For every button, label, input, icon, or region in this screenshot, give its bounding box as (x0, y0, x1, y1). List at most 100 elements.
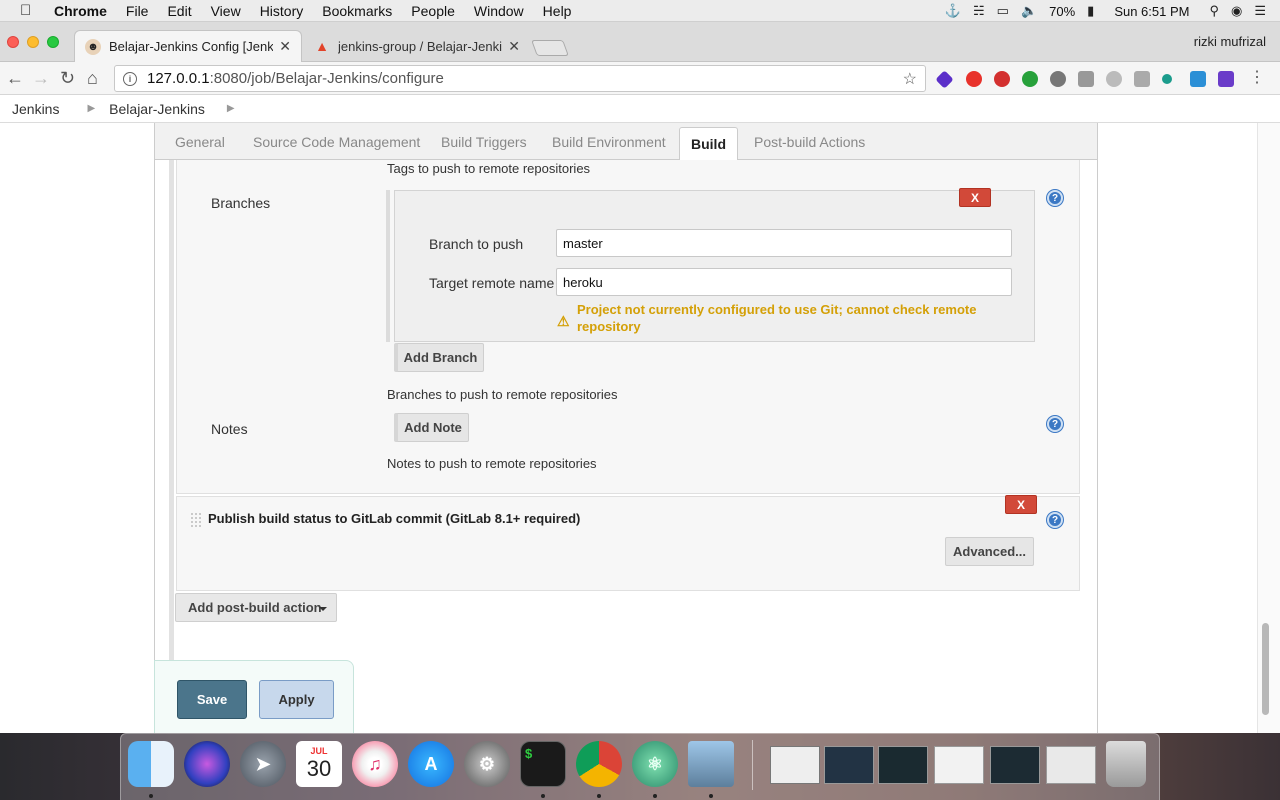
menu-bookmarks[interactable]: Bookmarks (322, 3, 392, 19)
menu-file[interactable]: File (126, 3, 149, 19)
tab-general[interactable]: General (175, 134, 225, 150)
itunes-icon[interactable]: ♫ (352, 741, 398, 787)
battery-percent[interactable]: 70% (1049, 4, 1075, 19)
delete-gitlab-publisher-button[interactable]: X (1005, 495, 1037, 514)
reload-icon[interactable]: ↻ (60, 68, 75, 89)
chrome-dock-icon[interactable] (576, 741, 622, 787)
window-close-button[interactable] (7, 36, 19, 48)
gitlab-publisher-help-icon[interactable]: ? (1047, 512, 1063, 528)
tab-jenkins-config[interactable]: ☻ Belajar-Jenkins Config [Jenkins] ✕ (74, 30, 302, 62)
notification-center-icon[interactable]: ☰ (1254, 3, 1266, 19)
calendar-icon[interactable]: JUL 30 (296, 741, 342, 787)
macos-menu-bar:  Chrome File Edit View History Bookmark… (0, 0, 1280, 22)
dropdown-caret-icon (319, 607, 327, 611)
react-devtools-icon[interactable] (1106, 71, 1122, 87)
breadcrumb-chevron-icon[interactable]: ▶ (227, 103, 235, 114)
home-icon[interactable]: ⌂ (87, 68, 98, 89)
docker-icon[interactable]: ⚓ (945, 3, 961, 19)
vue-devtools-icon[interactable] (1134, 71, 1150, 87)
tab-build-triggers[interactable]: Build Triggers (441, 134, 527, 150)
tab-build-environment[interactable]: Build Environment (552, 134, 666, 150)
breadcrumb-job[interactable]: Belajar-Jenkins (109, 101, 205, 117)
extension-gem-icon[interactable] (935, 70, 954, 89)
launchpad-icon[interactable]: ➤ (240, 741, 286, 787)
menu-history[interactable]: History (260, 3, 304, 19)
menu-view[interactable]: View (211, 3, 241, 19)
menu-window[interactable]: Window (474, 3, 524, 19)
tab-close-icon[interactable]: ✕ (508, 38, 520, 55)
finder-icon[interactable] (128, 741, 174, 787)
siri-dock-icon[interactable] (184, 741, 230, 787)
advanced-button[interactable]: Advanced... (945, 537, 1034, 566)
minimized-window-thumbnail[interactable] (990, 746, 1040, 784)
branch-to-push-input[interactable] (556, 229, 1012, 257)
back-arrow-icon[interactable]: ← (6, 68, 24, 89)
chrome-menu-icon[interactable]: ⋮ (1249, 67, 1265, 87)
delete-branch-button[interactable]: X (959, 188, 991, 207)
tab-source-code-management[interactable]: Source Code Management (253, 134, 420, 150)
tab-gitlab[interactable]: ▲ jenkins-group / Belajar-Jenkins ✕ (304, 30, 530, 62)
minimized-window-thumbnail[interactable] (1046, 746, 1096, 784)
breadcrumb-jenkins[interactable]: Jenkins (12, 101, 59, 117)
address-bar[interactable]: i 127.0.0.1 :8080/job/Belajar-Jenkins/co… (114, 65, 926, 92)
trash-icon[interactable] (1106, 741, 1146, 787)
teal-dot-extension-icon[interactable] (1162, 74, 1172, 84)
apple-menu-icon[interactable]:  (20, 2, 38, 19)
wifi-icon[interactable]: ☵ (973, 3, 985, 19)
minimized-window-thumbnail[interactable] (934, 746, 984, 784)
menu-app-name[interactable]: Chrome (54, 3, 107, 19)
minimized-window-thumbnail[interactable] (824, 746, 874, 784)
breadcrumb-chevron-icon[interactable]: ▶ (87, 103, 95, 114)
calendar-month: JUL (310, 746, 328, 756)
airplay-icon[interactable]: ▭ (997, 3, 1009, 19)
angular-extension-icon[interactable] (1078, 71, 1094, 87)
jenkins-config-page: General Source Code Management Build Tri… (0, 123, 1280, 733)
scrollbar-thumb[interactable] (1262, 623, 1269, 715)
tab-build[interactable]: Build (679, 127, 738, 161)
volume-icon[interactable]: 🔈 (1021, 3, 1037, 19)
terminal-icon[interactable]: $ (520, 741, 566, 787)
bookmark-star-icon[interactable]: ☆ (903, 69, 917, 89)
window-zoom-button[interactable] (47, 36, 59, 48)
tab-close-icon[interactable]: ✕ (279, 38, 291, 55)
menu-edit[interactable]: Edit (167, 3, 191, 19)
siri-icon[interactable]: ◉ (1231, 3, 1242, 19)
add-post-build-action-button[interactable]: Add post-build action (175, 593, 337, 622)
target-remote-name-input[interactable] (556, 268, 1012, 296)
drag-handle-icon[interactable] (190, 512, 202, 528)
save-button[interactable]: Save (177, 680, 247, 719)
menu-help[interactable]: Help (543, 3, 572, 19)
running-indicator (653, 794, 657, 798)
tab-post-build-actions[interactable]: Post-build Actions (754, 134, 865, 150)
battery-icon[interactable]: ▮ (1087, 3, 1094, 19)
branches-list-rail (386, 190, 390, 342)
branches-help-icon[interactable]: ? (1047, 190, 1063, 206)
person-extension-icon[interactable] (1190, 71, 1206, 87)
atom-icon[interactable]: ⚛ (632, 741, 678, 787)
app-store-icon[interactable]: A (408, 741, 454, 787)
breadcrumb: Jenkins ▶ Belajar-Jenkins ▶ (0, 95, 1280, 123)
checkmark-extension-icon[interactable] (1022, 71, 1038, 87)
profile-name[interactable]: rizki mufrizal (1194, 34, 1266, 49)
spotlight-search-icon[interactable]: ⚲ (1209, 3, 1219, 19)
branches-help-text: Branches to push to remote repositories (387, 387, 618, 402)
purple-extension-icon[interactable] (1218, 71, 1234, 87)
notes-help-icon[interactable]: ? (1047, 416, 1063, 432)
apply-button[interactable]: Apply (259, 680, 334, 719)
add-note-button[interactable]: Add Note (394, 413, 469, 442)
git-warning: ⚠ Project not currently configured to us… (557, 301, 997, 335)
add-branch-button[interactable]: Add Branch (394, 343, 484, 372)
new-tab-button[interactable] (531, 40, 569, 56)
system-preferences-icon[interactable]: ⚙ (464, 741, 510, 787)
downloads-stack-icon[interactable] (770, 746, 820, 784)
sync-extension-icon[interactable] (1050, 71, 1066, 87)
window-minimize-button[interactable] (27, 36, 39, 48)
site-info-icon[interactable]: i (123, 71, 137, 86)
menu-people[interactable]: People (411, 3, 455, 19)
minimized-window-thumbnail[interactable] (878, 746, 928, 784)
forward-arrow-icon[interactable]: → (32, 68, 50, 89)
adblock-plus-icon[interactable] (994, 71, 1010, 87)
opera-vpn-icon[interactable] (966, 71, 982, 87)
preview-icon[interactable] (688, 741, 734, 787)
clock[interactable]: Sun 6:51 PM (1114, 4, 1189, 19)
